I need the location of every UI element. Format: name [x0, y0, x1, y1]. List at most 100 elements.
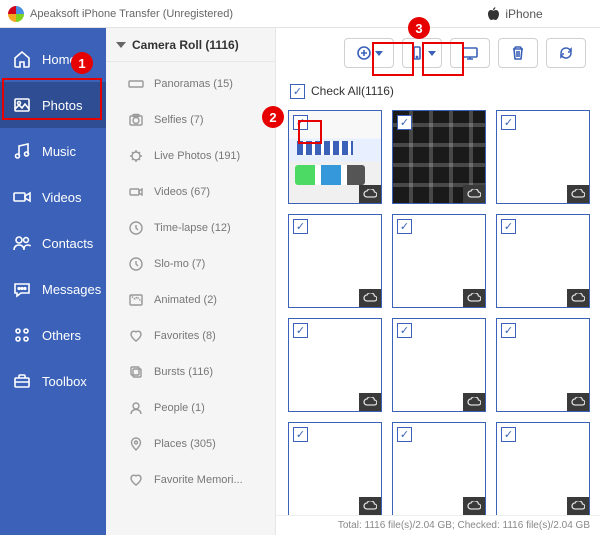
album-item-label: Panoramas (15) — [154, 78, 233, 90]
photo-thumbnail[interactable]: ✓ — [288, 318, 382, 412]
album-header-label: Camera Roll (1116) — [132, 38, 239, 52]
album-item-icon — [128, 328, 144, 344]
album-item-icon — [128, 256, 144, 272]
cloud-icon — [359, 289, 381, 307]
sidebar-label: Contacts — [42, 236, 93, 251]
photo-thumbnail[interactable]: ✓ — [496, 422, 590, 515]
album-item[interactable]: Slo-mo (7) — [106, 246, 275, 282]
photo-thumbnail[interactable]: ✓ — [496, 110, 590, 204]
album-item[interactable]: Animated (2) — [106, 282, 275, 318]
sidebar-item-messages[interactable]: Messages — [0, 266, 106, 312]
album-item[interactable]: Places (305) — [106, 426, 275, 462]
album-item[interactable]: Bursts (116) — [106, 354, 275, 390]
album-header[interactable]: Camera Roll (1116) — [106, 28, 275, 62]
album-item[interactable]: Live Photos (191) — [106, 138, 275, 174]
photo-thumbnail[interactable]: ✓ — [392, 422, 486, 515]
album-item[interactable]: Favorite Memori... — [106, 462, 275, 498]
photo-thumbnail[interactable]: ✓ — [392, 110, 486, 204]
sidebar-item-toolbox[interactable]: Toolbox — [0, 358, 106, 404]
cloud-icon — [359, 185, 381, 203]
check-all-row[interactable]: ✓ Check All(1116) — [276, 78, 600, 104]
apple-icon — [487, 7, 499, 21]
thumbnail-checkbox[interactable]: ✓ — [397, 427, 412, 442]
sidebar-label: Others — [42, 328, 81, 343]
album-item-label: Live Photos (191) — [154, 150, 240, 162]
sidebar-item-home[interactable]: Home — [0, 36, 106, 82]
sidebar-label: Music — [42, 144, 76, 159]
status-bar: Total: 1116 file(s)/2.04 GB; Checked: 11… — [276, 515, 600, 535]
thumbnail-checkbox[interactable]: ✓ — [397, 115, 412, 130]
sidebar-item-photos[interactable]: Photos — [0, 82, 106, 128]
photo-thumbnail[interactable]: ✓ — [288, 110, 382, 204]
photo-thumbnail[interactable]: ✓ — [392, 214, 486, 308]
thumbnail-grid: ✓ ✓ ✓ ✓ ✓ ✓ ✓ ✓ ✓ ✓ ✓ ✓ — [276, 104, 600, 515]
album-item-icon — [128, 184, 144, 200]
photo-thumbnail[interactable]: ✓ — [496, 318, 590, 412]
others-icon — [12, 325, 32, 345]
album-item-label: Videos (67) — [154, 186, 210, 198]
device-indicator[interactable]: iPhone — [430, 7, 600, 21]
photo-thumbnail[interactable]: ✓ — [392, 318, 486, 412]
album-item[interactable]: Selfies (7) — [106, 102, 275, 138]
photo-thumbnail[interactable]: ✓ — [288, 214, 382, 308]
toolbox-icon — [12, 371, 32, 391]
album-item-icon — [128, 400, 144, 416]
chevron-down-icon — [375, 51, 383, 56]
delete-button[interactable] — [498, 38, 538, 68]
album-item-icon — [128, 112, 144, 128]
thumbnail-checkbox[interactable]: ✓ — [501, 219, 516, 234]
sidebar-item-others[interactable]: Others — [0, 312, 106, 358]
device-name: iPhone — [505, 7, 542, 21]
album-item[interactable]: Time-lapse (12) — [106, 210, 275, 246]
album-item-icon — [128, 436, 144, 452]
thumbnail-checkbox[interactable]: ✓ — [397, 219, 412, 234]
export-to-device-button[interactable] — [402, 38, 442, 68]
sidebar: Home Photos Music Videos Contacts Messag… — [0, 28, 106, 535]
app-title: Apeaksoft iPhone Transfer (Unregistered) — [30, 8, 233, 20]
album-item-label: Animated (2) — [154, 294, 217, 306]
album-item[interactable]: People (1) — [106, 390, 275, 426]
album-item-icon — [128, 364, 144, 380]
cloud-icon — [567, 185, 589, 203]
cloud-icon — [567, 289, 589, 307]
thumbnail-checkbox[interactable]: ✓ — [293, 115, 308, 130]
photo-thumbnail[interactable]: ✓ — [496, 214, 590, 308]
photo-thumbnail[interactable]: ✓ — [288, 422, 382, 515]
sidebar-item-music[interactable]: Music — [0, 128, 106, 174]
album-item[interactable]: Videos (67) — [106, 174, 275, 210]
cloud-icon — [359, 497, 381, 515]
thumbnail-checkbox[interactable]: ✓ — [501, 427, 516, 442]
thumbnail-checkbox[interactable]: ✓ — [293, 427, 308, 442]
sidebar-label: Videos — [42, 190, 82, 205]
status-text: Total: 1116 file(s)/2.04 GB; Checked: 11… — [338, 520, 590, 531]
home-icon — [12, 49, 32, 69]
thumbnail-checkbox[interactable]: ✓ — [501, 323, 516, 338]
album-item-icon — [128, 76, 144, 92]
chevron-down-icon — [428, 51, 436, 56]
sidebar-item-contacts[interactable]: Contacts — [0, 220, 106, 266]
album-item-label: Places (305) — [154, 438, 216, 450]
check-all-checkbox[interactable]: ✓ — [290, 84, 305, 99]
sidebar-label: Photos — [42, 98, 82, 113]
thumbnail-checkbox[interactable]: ✓ — [293, 219, 308, 234]
photos-icon — [12, 95, 32, 115]
app-title-area: Apeaksoft iPhone Transfer (Unregistered) — [0, 6, 430, 22]
album-item-label: Favorite Memori... — [154, 474, 243, 486]
cloud-icon — [567, 497, 589, 515]
cloud-icon — [463, 289, 485, 307]
refresh-button[interactable] — [546, 38, 586, 68]
sidebar-item-videos[interactable]: Videos — [0, 174, 106, 220]
album-item-label: Time-lapse (12) — [154, 222, 231, 234]
sidebar-label: Toolbox — [42, 374, 87, 389]
thumbnail-checkbox[interactable]: ✓ — [397, 323, 412, 338]
album-item[interactable]: Favorites (8) — [106, 318, 275, 354]
content-area: ✓ Check All(1116) ✓ ✓ ✓ ✓ ✓ ✓ ✓ ✓ ✓ ✓ ✓ ✓ Total: 11… — [276, 28, 600, 535]
export-to-pc-button[interactable] — [450, 38, 490, 68]
album-item-icon — [128, 292, 144, 308]
thumbnail-checkbox[interactable]: ✓ — [501, 115, 516, 130]
thumbnail-checkbox[interactable]: ✓ — [293, 323, 308, 338]
album-item[interactable]: Panoramas (15) — [106, 66, 275, 102]
add-button[interactable] — [344, 38, 394, 68]
album-item-label: People (1) — [154, 402, 205, 414]
album-item-label: Favorites (8) — [154, 330, 216, 342]
